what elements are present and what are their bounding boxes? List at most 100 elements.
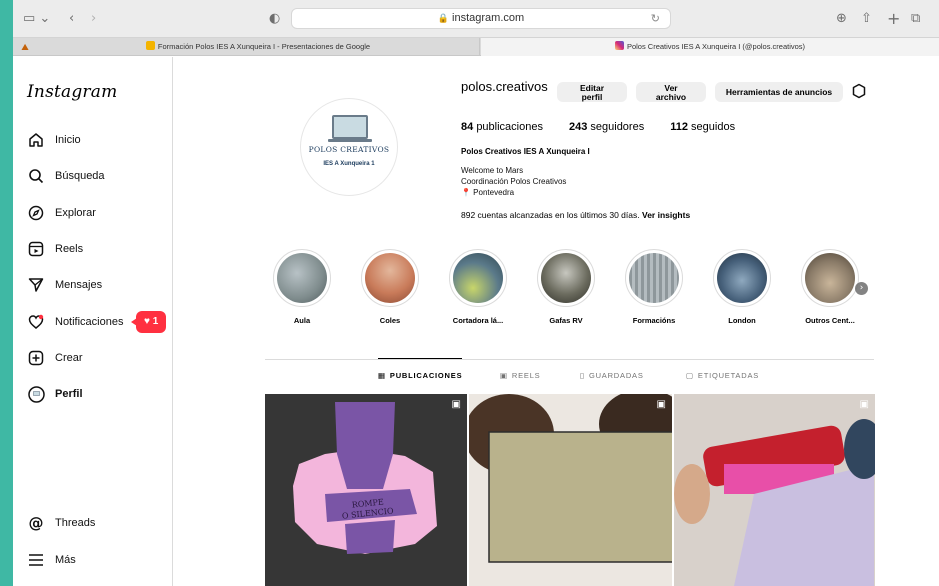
highlight-label: Cortadora lá...: [452, 316, 504, 325]
sidebar-item-reels[interactable]: Reels: [27, 238, 83, 260]
address-bar[interactable]: 🔒 instagram.com ↻: [291, 8, 671, 29]
sidebar-item-busqueda[interactable]: Búsqueda: [27, 165, 105, 187]
sidebar-item-label: Más: [55, 554, 76, 566]
profile-stats: 84 publicaciones 243 seguidores 112 segu…: [461, 121, 735, 133]
sidebar-item-mensajes[interactable]: Mensajes: [27, 274, 102, 296]
sidebar-item-explorar[interactable]: Explorar: [27, 202, 96, 224]
instagram-favicon-icon: [614, 41, 624, 50]
notification-badge[interactable]: ♥ 1: [130, 311, 167, 333]
tab-instagram[interactable]: Polos Creativos IES A Xunqueira I (@polo…: [481, 38, 939, 56]
followers-count[interactable]: 243 seguidores: [569, 121, 644, 133]
sidebar-item-crear[interactable]: Crear: [27, 347, 83, 369]
profile-avatar[interactable]: POLOS CREATIVOS IES A Xunqueira 1: [300, 98, 398, 196]
tabs-divider: [265, 359, 874, 360]
back-icon[interactable]: ‹: [69, 9, 74, 29]
profile-full-name: Polos Creativos IES A Xunqueira I: [461, 147, 590, 156]
profile-username: polos.creativos: [461, 79, 548, 94]
download-icon[interactable]: ⊕: [836, 9, 847, 29]
sidebar-toggle-icon[interactable]: ▭ ⌄: [23, 9, 50, 29]
home-icon: [27, 131, 45, 149]
tab-label: GUARDADAS: [588, 371, 644, 380]
avatar-title: POLOS CREATIVOS: [308, 145, 390, 154]
view-archive-button[interactable]: Ver archivo: [636, 82, 706, 102]
sidebar-item-mas[interactable]: Más: [27, 549, 76, 571]
highlight-item[interactable]: London: [702, 249, 782, 325]
post-image: [674, 394, 875, 586]
following-count[interactable]: 112 seguidos: [670, 121, 735, 133]
sidebar-item-label: Crear: [55, 352, 83, 364]
reel-icon: ▣: [451, 399, 461, 410]
edit-profile-button[interactable]: Editar perfil: [557, 82, 627, 102]
reload-icon[interactable]: ↻: [651, 9, 660, 28]
highlight-item[interactable]: Formacións: [614, 249, 694, 325]
highlight-item[interactable]: Cortadora lá...: [438, 249, 518, 325]
heart-icon: [27, 313, 45, 331]
highlights-next-icon[interactable]: ›: [855, 282, 868, 295]
highlight-ring: [625, 249, 683, 307]
tab-label: PUBLICACIONES: [389, 371, 463, 380]
menu-icon: [27, 551, 45, 569]
highlight-item[interactable]: Aula: [262, 249, 342, 325]
threads-icon: @: [28, 514, 44, 532]
laptop-base: [328, 139, 372, 142]
lock-icon: 🔒: [437, 13, 450, 23]
highlight-ring: [361, 249, 419, 307]
tab-reels[interactable]: ▣ REELS: [500, 371, 541, 380]
highlight-ring: [537, 249, 595, 307]
button-label: Herramientas de anuncios: [725, 87, 833, 97]
button-label: Ver archivo: [655, 82, 687, 102]
post-thumbnail[interactable]: ▣: [674, 394, 875, 586]
instagram-logo[interactable]: Instagram: [27, 82, 117, 102]
bio-location: 📍 Pontevedra: [461, 188, 515, 197]
posts-count: 84 publicaciones: [461, 121, 543, 133]
highlight-thumbnail: [717, 253, 767, 303]
sidebar-item-notificaciones[interactable]: Notificaciones: [27, 311, 123, 333]
sidebar-item-inicio[interactable]: Inicio: [27, 129, 81, 151]
settings-icon[interactable]: [851, 83, 867, 104]
sidebar-item-threads[interactable]: @ Threads: [27, 512, 96, 534]
view-insights-link[interactable]: Ver insights: [642, 210, 690, 220]
highlight-thumbnail: [453, 253, 503, 303]
pinned-tab[interactable]: ⛰: [13, 38, 37, 56]
avatar-subtitle: IES A Xunqueira 1: [323, 161, 375, 167]
new-tab-icon[interactable]: +: [887, 9, 900, 29]
highlight-label: London: [728, 316, 756, 325]
sidebar-item-label: Inicio: [55, 134, 81, 146]
post-thumbnail[interactable]: ROMPE O SILENCIO ▣: [265, 394, 467, 586]
sidebar-item-label: Mensajes: [55, 279, 103, 291]
button-label: Editar perfil: [579, 82, 605, 102]
browser-toolbar: ▭ ⌄ ‹ › ◐ 🔒 instagram.com ↻ ⊕ ⇧ + ⧉: [13, 0, 939, 38]
highlight-ring: [713, 249, 771, 307]
browser-window: ▭ ⌄ ‹ › ◐ 🔒 instagram.com ↻ ⊕ ⇧ + ⧉ ⛰ For…: [13, 0, 939, 586]
tab-publicaciones[interactable]: ▦ PUBLICACIONES: [378, 371, 462, 380]
sidebar-item-perfil[interactable]: Perfil: [27, 383, 83, 405]
reels-icon: ▣: [500, 371, 508, 380]
address-text: instagram.com: [452, 12, 525, 24]
notification-count: 1: [152, 316, 159, 327]
tab-overview-icon[interactable]: ⧉: [911, 9, 920, 29]
highlight-label: Aula: [293, 316, 311, 325]
laptop-icon: [332, 115, 368, 139]
highlight-thumbnail: [277, 253, 327, 303]
highlight-thumbnail: [805, 253, 855, 303]
highlight-item[interactable]: Gafas RV: [526, 249, 606, 325]
tab-guardadas[interactable]: ▯ GUARDADAS: [580, 371, 644, 380]
tag-icon: ▢: [686, 371, 694, 380]
reels-icon: [27, 240, 45, 258]
post-thumbnail[interactable]: ▣: [469, 394, 672, 586]
sidebar-item-label: Búsqueda: [55, 170, 105, 182]
active-tab-indicator: [378, 358, 462, 359]
share-icon[interactable]: ⇧: [861, 9, 872, 29]
tab-google-slides[interactable]: Formación Polos IES A Xunqueira I - Pres…: [37, 38, 480, 56]
highlight-thumbnail: [629, 253, 679, 303]
ad-tools-button[interactable]: Herramientas de anuncios: [715, 82, 843, 102]
avatar-icon: [27, 385, 45, 403]
forward-icon[interactable]: ›: [91, 9, 96, 29]
slides-icon: [145, 41, 155, 50]
tab-label: Polos Creativos IES A Xunqueira I (@polo…: [626, 42, 806, 51]
tab-etiquetadas[interactable]: ▢ ETIQUETADAS: [686, 371, 759, 380]
heart-icon: ♥: [144, 316, 150, 327]
privacy-shield-icon[interactable]: ◐: [269, 9, 280, 29]
tab-label: ETIQUETADAS: [697, 371, 760, 380]
highlight-item[interactable]: Coles: [350, 249, 430, 325]
